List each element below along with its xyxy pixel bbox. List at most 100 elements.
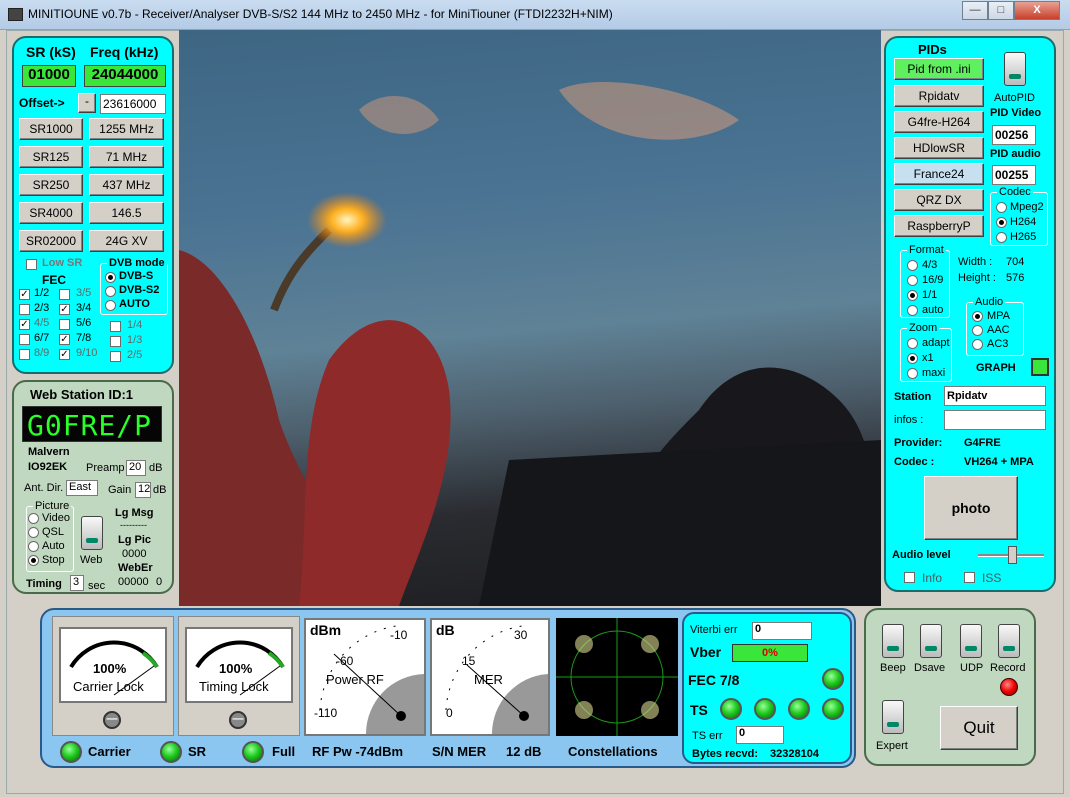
- fec-5-6-checkbox[interactable]: [59, 319, 70, 330]
- low-sr-checkbox[interactable]: [26, 259, 37, 270]
- pid-video-field[interactable]: 00256: [992, 125, 1036, 145]
- maximize-button[interactable]: □: [988, 1, 1014, 20]
- ts-led-4: [822, 698, 844, 720]
- viterbi-label: Viterbi err: [690, 624, 738, 636]
- audio-mpa-radio[interactable]: [972, 311, 983, 322]
- infos-field[interactable]: [944, 410, 1046, 430]
- autopid-label: AutoPID: [994, 92, 1035, 104]
- format-auto-radio[interactable]: [907, 305, 918, 316]
- dvb-s-radio[interactable]: [105, 272, 116, 283]
- offset-field[interactable]: 23616000: [100, 94, 166, 114]
- sr250-button[interactable]: SR250: [19, 174, 83, 196]
- lg-msg-dashes: ---------: [120, 520, 147, 530]
- timing-lock-dial: 100% Timing Lock: [185, 627, 293, 703]
- graph-toggle[interactable]: [1031, 358, 1049, 376]
- power-unit: dBm: [310, 622, 342, 638]
- sr02000-button[interactable]: SR02000: [19, 230, 83, 252]
- fec-5-6-label: 5/6: [76, 317, 92, 329]
- g4fre-h264-button[interactable]: G4fre-H264: [894, 111, 984, 133]
- iss-checkbox[interactable]: [964, 572, 975, 583]
- fec-9-10-checkbox[interactable]: ✓: [59, 349, 70, 360]
- rpidatv-button[interactable]: Rpidatv: [894, 85, 984, 107]
- freq-437-button[interactable]: 437 MHz: [89, 174, 164, 196]
- udp-switch[interactable]: [960, 624, 982, 658]
- freq-1255-button[interactable]: 1255 MHz: [89, 118, 164, 140]
- web-switch[interactable]: [81, 516, 103, 550]
- low-sr-label: Low SR: [42, 257, 83, 269]
- ant-dir-field[interactable]: East: [66, 480, 98, 496]
- fec-3-5-checkbox[interactable]: [59, 289, 70, 300]
- audio-ac3-radio[interactable]: [972, 339, 983, 350]
- hdlowsr-button[interactable]: HDlowSR: [894, 137, 984, 159]
- fec-1-3-checkbox[interactable]: [110, 336, 121, 347]
- audio-aac-radio[interactable]: [972, 325, 983, 336]
- fec-7-8-checkbox[interactable]: ✓: [59, 334, 70, 345]
- pid-from-ini-button[interactable]: Pid from .ini: [894, 58, 984, 80]
- fec-2-5-checkbox[interactable]: [110, 351, 121, 362]
- sr-field[interactable]: 01000: [22, 65, 76, 87]
- sr4000-button[interactable]: SR4000: [19, 202, 83, 224]
- timing-field[interactable]: 3: [70, 575, 84, 591]
- format-4-3-radio[interactable]: [907, 260, 918, 271]
- fec-1-4-checkbox[interactable]: [110, 321, 121, 332]
- station-label: Station: [894, 391, 932, 403]
- offset-sign-button[interactable]: -: [78, 93, 96, 113]
- codec-h265-radio[interactable]: [996, 232, 1007, 243]
- fec-2-3-checkbox[interactable]: [19, 304, 30, 315]
- fec-8-9-checkbox[interactable]: [19, 349, 30, 360]
- zoom-x1-radio[interactable]: [907, 353, 918, 364]
- sr1000-button[interactable]: SR1000: [19, 118, 83, 140]
- carrier-lock-knob[interactable]: —: [103, 711, 121, 729]
- zoom-adapt-radio[interactable]: [907, 338, 918, 349]
- pid-panel: PIDs Pid from .ini Rpidatv G4fre-H264 HD…: [884, 36, 1056, 592]
- photo-button[interactable]: photo: [924, 476, 1018, 540]
- freq-146-button[interactable]: 146.5: [89, 202, 164, 224]
- window-title: MINITIOUNE v0.7b - Receiver/Analyser DVB…: [28, 7, 613, 21]
- format-16-9-radio[interactable]: [907, 275, 918, 286]
- france24-button[interactable]: France24: [894, 163, 984, 185]
- dsave-switch[interactable]: [920, 624, 942, 658]
- mer-value: 12 dB: [506, 744, 542, 759]
- dvb-s2-radio[interactable]: [105, 286, 116, 297]
- weber-label: WebEr: [118, 562, 153, 574]
- zoom-maxi-radio[interactable]: [907, 368, 918, 379]
- station-field[interactable]: Rpidatv: [944, 386, 1046, 406]
- picture-qsl-radio[interactable]: [28, 527, 39, 538]
- dvb-mode-label: DVB mode: [107, 257, 167, 269]
- autopid-switch[interactable]: [1004, 52, 1026, 86]
- freq-field[interactable]: 24044000: [84, 65, 166, 87]
- timing-lock-knob[interactable]: —: [229, 711, 247, 729]
- quit-button[interactable]: Quit: [940, 706, 1018, 750]
- fec-1-2-checkbox[interactable]: ✓: [19, 289, 30, 300]
- codec-mpeg2-radio[interactable]: [996, 202, 1007, 213]
- fec-3-4-checkbox[interactable]: ✓: [59, 304, 70, 315]
- picture-stop-radio[interactable]: [28, 555, 39, 566]
- fec-4-5-checkbox[interactable]: ✓: [19, 319, 30, 330]
- pid-audio-field[interactable]: 00255: [992, 165, 1036, 185]
- record-switch[interactable]: [998, 624, 1020, 658]
- minimize-button[interactable]: —: [962, 1, 988, 20]
- codec-h264-radio[interactable]: [996, 217, 1007, 228]
- close-button[interactable]: X: [1014, 1, 1060, 20]
- freq-24g-button[interactable]: 24G XV: [89, 230, 164, 252]
- raspberryp-button[interactable]: RaspberryP: [894, 215, 984, 237]
- beep-switch[interactable]: [882, 624, 904, 658]
- title-bar: MINITIOUNE v0.7b - Receiver/Analyser DVB…: [0, 0, 1070, 30]
- info-checkbox[interactable]: [904, 572, 915, 583]
- pid-audio-label: PID audio: [990, 148, 1041, 160]
- preamp-field[interactable]: 20: [126, 460, 146, 476]
- freq-71-button[interactable]: 71 MHz: [89, 146, 164, 168]
- fec-6-7-checkbox[interactable]: [19, 334, 30, 345]
- sr125-button[interactable]: SR125: [19, 146, 83, 168]
- picture-auto-radio[interactable]: [28, 541, 39, 552]
- auto-mode-label: AUTO: [119, 298, 150, 310]
- auto-mode-radio[interactable]: [105, 300, 116, 311]
- expert-switch[interactable]: [882, 700, 904, 734]
- format-1-1-radio[interactable]: [907, 290, 918, 301]
- pids-title: PIDs: [918, 42, 947, 57]
- audio-level-slider[interactable]: [1008, 546, 1017, 564]
- picture-video-radio[interactable]: [28, 513, 39, 524]
- gain-field[interactable]: 12: [135, 482, 151, 498]
- qrz-dx-button[interactable]: QRZ DX: [894, 189, 984, 211]
- fec-6-7-label: 6/7: [34, 332, 50, 344]
